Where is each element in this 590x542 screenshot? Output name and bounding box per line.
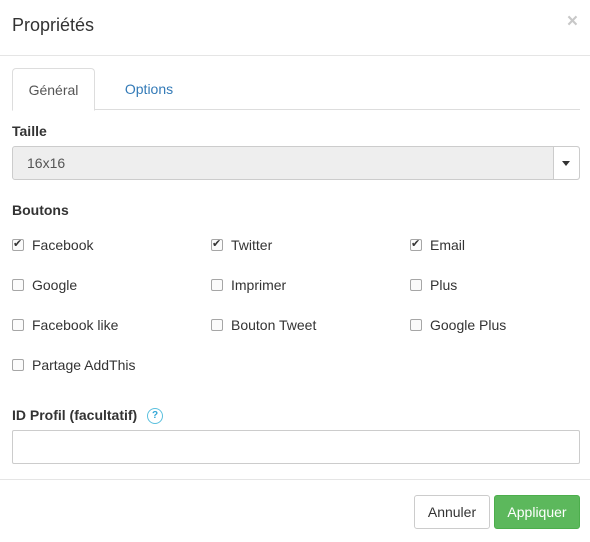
size-select-value: 16x16: [27, 155, 66, 171]
checkbox-twitter-box[interactable]: [211, 237, 223, 251]
dialog-title: Propriétés: [12, 15, 95, 35]
dialog-header: Propriétés ×: [0, 0, 590, 56]
checkbox-facebook-like-box[interactable]: [12, 319, 24, 331]
size-select-toggle[interactable]: [553, 147, 579, 179]
help-icon[interactable]: ?: [147, 408, 163, 424]
cancel-button[interactable]: Annuler: [414, 495, 490, 529]
checkbox-facebook-box[interactable]: [12, 237, 24, 251]
checkbox-facebook-label: Facebook: [32, 237, 94, 253]
checkbox-imprimer-box[interactable]: [211, 279, 223, 291]
checkbox-partage-addthis-label: Partage AddThis: [32, 357, 136, 373]
checkbox-plus-label: Plus: [430, 277, 458, 293]
checkbox-google-plus-box[interactable]: [410, 319, 422, 331]
properties-dialog: Propriétés × Général Options Taille 16x1…: [0, 0, 590, 542]
dialog-footer: Annuler Appliquer: [0, 479, 590, 542]
checkbox-google-box[interactable]: [12, 279, 24, 291]
buttons-label: Boutons: [12, 202, 69, 218]
tab-options[interactable]: Options: [109, 68, 189, 110]
checkbox-google-plus-label: Google Plus: [430, 317, 507, 333]
checkbox-imprimer-label: Imprimer: [231, 277, 287, 293]
profile-id-label: ID Profil (facultatif): [12, 407, 138, 423]
checkbox-bouton-tweet-box[interactable]: [211, 319, 223, 331]
checkbox-facebook-like-label: Facebook like: [32, 317, 119, 333]
size-select[interactable]: 16x16: [12, 146, 580, 180]
tab-general[interactable]: Général: [12, 68, 95, 111]
checkbox-email-box[interactable]: [410, 237, 422, 251]
apply-button[interactable]: Appliquer: [494, 495, 580, 529]
checkbox-bouton-tweet-label: Bouton Tweet: [231, 317, 317, 333]
checkbox-twitter-label: Twitter: [231, 237, 273, 253]
checkbox-google-label: Google: [32, 277, 78, 293]
size-label: Taille: [12, 123, 47, 139]
checkbox-plus-box[interactable]: [410, 279, 422, 291]
checkbox-partage-addthis-box[interactable]: [12, 359, 24, 371]
close-icon[interactable]: ×: [567, 12, 578, 32]
chevron-down-icon: [562, 161, 570, 166]
tab-bar: Général Options: [12, 68, 580, 111]
profile-id-input[interactable]: [12, 430, 580, 464]
checkbox-email-label: Email: [430, 237, 466, 253]
